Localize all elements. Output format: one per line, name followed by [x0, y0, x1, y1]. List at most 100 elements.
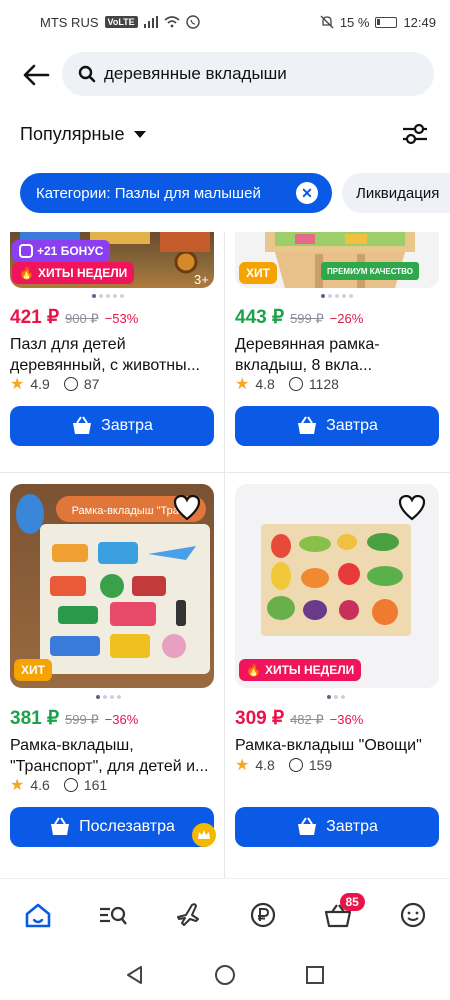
product-card[interactable]: +21 БОНУС 🔥 ХИТЫ НЕДЕЛИ 3+ 421 ₽ 900 ₽ −…	[0, 232, 224, 472]
comment-icon	[63, 377, 78, 391]
price-row: 381 ₽ 599 ₽ −36%	[10, 707, 138, 730]
status-bar: MTS RUS VoLTE 15 % 12:49	[0, 0, 450, 44]
rating: ★ 4.6 161	[10, 775, 107, 795]
battery-icon	[375, 16, 398, 28]
bonus-label: +21 БОНУС	[37, 244, 104, 258]
review-count: 1128	[308, 376, 339, 392]
add-to-cart-button[interactable]: Завтра	[235, 807, 439, 847]
favorite-button[interactable]	[397, 493, 427, 523]
hits-badge: 🔥 ХИТЫ НЕДЕЛИ	[12, 262, 135, 284]
rating-value: 4.8	[255, 376, 275, 392]
add-to-cart-button[interactable]: Послезавтра	[10, 807, 214, 847]
system-nav	[0, 950, 450, 1000]
price: 443 ₽	[235, 307, 285, 328]
chip-category[interactable]: Категории: Пазлы для малышей ✕	[20, 173, 332, 213]
filter-button[interactable]	[398, 117, 432, 151]
basket-icon	[51, 817, 70, 835]
review-count: 87	[83, 376, 100, 392]
cart-count-badge: 85	[339, 892, 365, 911]
battery-percent: 15 %	[339, 14, 370, 30]
bottom-nav: 85	[0, 878, 450, 950]
close-icon[interactable]: ✕	[296, 182, 318, 204]
price: 381 ₽	[10, 708, 60, 729]
ruble-icon	[250, 902, 275, 927]
product-title[interactable]: Пазл для детей деревянный, с животны...	[10, 334, 214, 376]
nav-profile[interactable]	[391, 893, 435, 937]
star-icon: ★	[235, 376, 250, 393]
hits-label: ХИТЫ НЕДЕЛИ	[264, 663, 355, 677]
chip-liquidation[interactable]: Ликвидация	[342, 173, 450, 213]
wifi-icon	[164, 16, 180, 28]
price-row: 443 ₽ 599 ₽ −26%	[235, 306, 363, 329]
search-input[interactable]: деревянные вкладыши	[62, 52, 434, 96]
airplane-icon	[176, 902, 199, 926]
rating-value: 4.6	[30, 777, 50, 793]
fire-icon: 🔥	[19, 266, 34, 280]
discount: −53%	[104, 311, 139, 326]
crown-icon	[192, 823, 216, 847]
star-icon: ★	[235, 757, 250, 774]
viber-icon	[185, 15, 200, 29]
basket-icon	[298, 416, 317, 434]
add-to-cart-button[interactable]: Завтра	[10, 406, 214, 446]
product-card[interactable]: ХИТ ПРЕМИУМ КАЧЕСТВО 443 ₽ 599 ₽ −26% Де…	[225, 232, 450, 472]
hit-label: ХИТ	[21, 663, 45, 677]
old-price: 599 ₽	[65, 712, 99, 727]
product-grid: +21 БОНУС 🔥 ХИТЫ НЕДЕЛИ 3+ 421 ₽ 900 ₽ −…	[0, 232, 450, 878]
chip-category-label: Категории: Пазлы для малышей	[36, 184, 261, 202]
nav-cart[interactable]: 85	[316, 892, 365, 937]
basket-icon	[298, 817, 317, 835]
volte-icon: VoLTE	[104, 16, 138, 28]
price-row: 309 ₽ 482 ₽ −36%	[235, 707, 363, 730]
price: 421 ₽	[10, 307, 60, 328]
comment-icon	[288, 758, 303, 772]
image-pager	[96, 695, 121, 699]
old-price: 482 ₽	[290, 712, 324, 727]
filter-icon	[403, 123, 427, 145]
hit-badge: ХИТ	[239, 262, 277, 284]
product-title[interactable]: Рамка-вкладыш "Овощи"	[235, 735, 439, 756]
caret-down-icon	[134, 130, 147, 138]
basket-icon	[73, 416, 92, 434]
star-icon: ★	[10, 376, 25, 393]
add-to-cart-button[interactable]: Завтра	[235, 406, 439, 446]
catalog-search-icon	[99, 906, 127, 925]
discount: −36%	[104, 712, 139, 727]
quality-label: ПРЕМИУМ КАЧЕСТВО	[327, 266, 413, 276]
product-card[interactable]: 🔥 ХИТЫ НЕДЕЛИ 309 ₽ 482 ₽ −36% Рамка-вкл…	[225, 473, 450, 873]
bonus-icon	[19, 244, 33, 258]
system-home-icon[interactable]	[214, 964, 236, 986]
sort-dropdown[interactable]: Популярные	[20, 124, 147, 145]
search-header: деревянные вкладыши	[0, 50, 450, 100]
product-title[interactable]: Деревянная рамка-вкладыш, 8 вкла...	[235, 334, 439, 376]
profile-smile-icon	[400, 902, 425, 927]
system-recents-icon[interactable]	[304, 964, 326, 986]
comment-icon	[63, 778, 78, 792]
rating: ★ 4.8 1128	[235, 374, 339, 394]
search-query: деревянные вкладыши	[104, 64, 287, 83]
nav-home[interactable]	[16, 893, 60, 937]
delivery-label: Завтра	[326, 818, 378, 835]
filter-chips: Категории: Пазлы для малышей ✕ Ликвидаци…	[20, 173, 450, 215]
star-icon: ★	[10, 777, 25, 794]
price: 309 ₽	[235, 708, 285, 729]
rating: ★ 4.9 87	[10, 374, 99, 394]
nav-finance[interactable]	[241, 893, 285, 937]
image-pager	[321, 294, 353, 298]
fire-icon: 🔥	[246, 663, 261, 677]
nav-travel[interactable]	[166, 893, 210, 937]
delivery-label: Завтра	[326, 417, 378, 434]
comment-icon	[288, 377, 303, 391]
back-button[interactable]	[16, 55, 56, 95]
product-card[interactable]: Рамка-вкладыш "Транс ХИТ 381 ₽ 599 ₽ −36…	[0, 473, 224, 873]
favorite-button[interactable]	[172, 493, 202, 523]
hits-badge: 🔥 ХИТЫ НЕДЕЛИ	[239, 659, 362, 681]
image-pager	[92, 294, 124, 298]
rating-value: 4.9	[30, 376, 50, 392]
delivery-label: Завтра	[101, 417, 153, 434]
system-back-icon[interactable]	[124, 964, 146, 986]
product-title[interactable]: Рамка-вкладыш, "Транспорт", для детей и.…	[10, 735, 214, 777]
arrow-left-icon	[23, 64, 50, 86]
old-price: 599 ₽	[290, 311, 324, 326]
nav-catalog[interactable]	[91, 893, 135, 937]
